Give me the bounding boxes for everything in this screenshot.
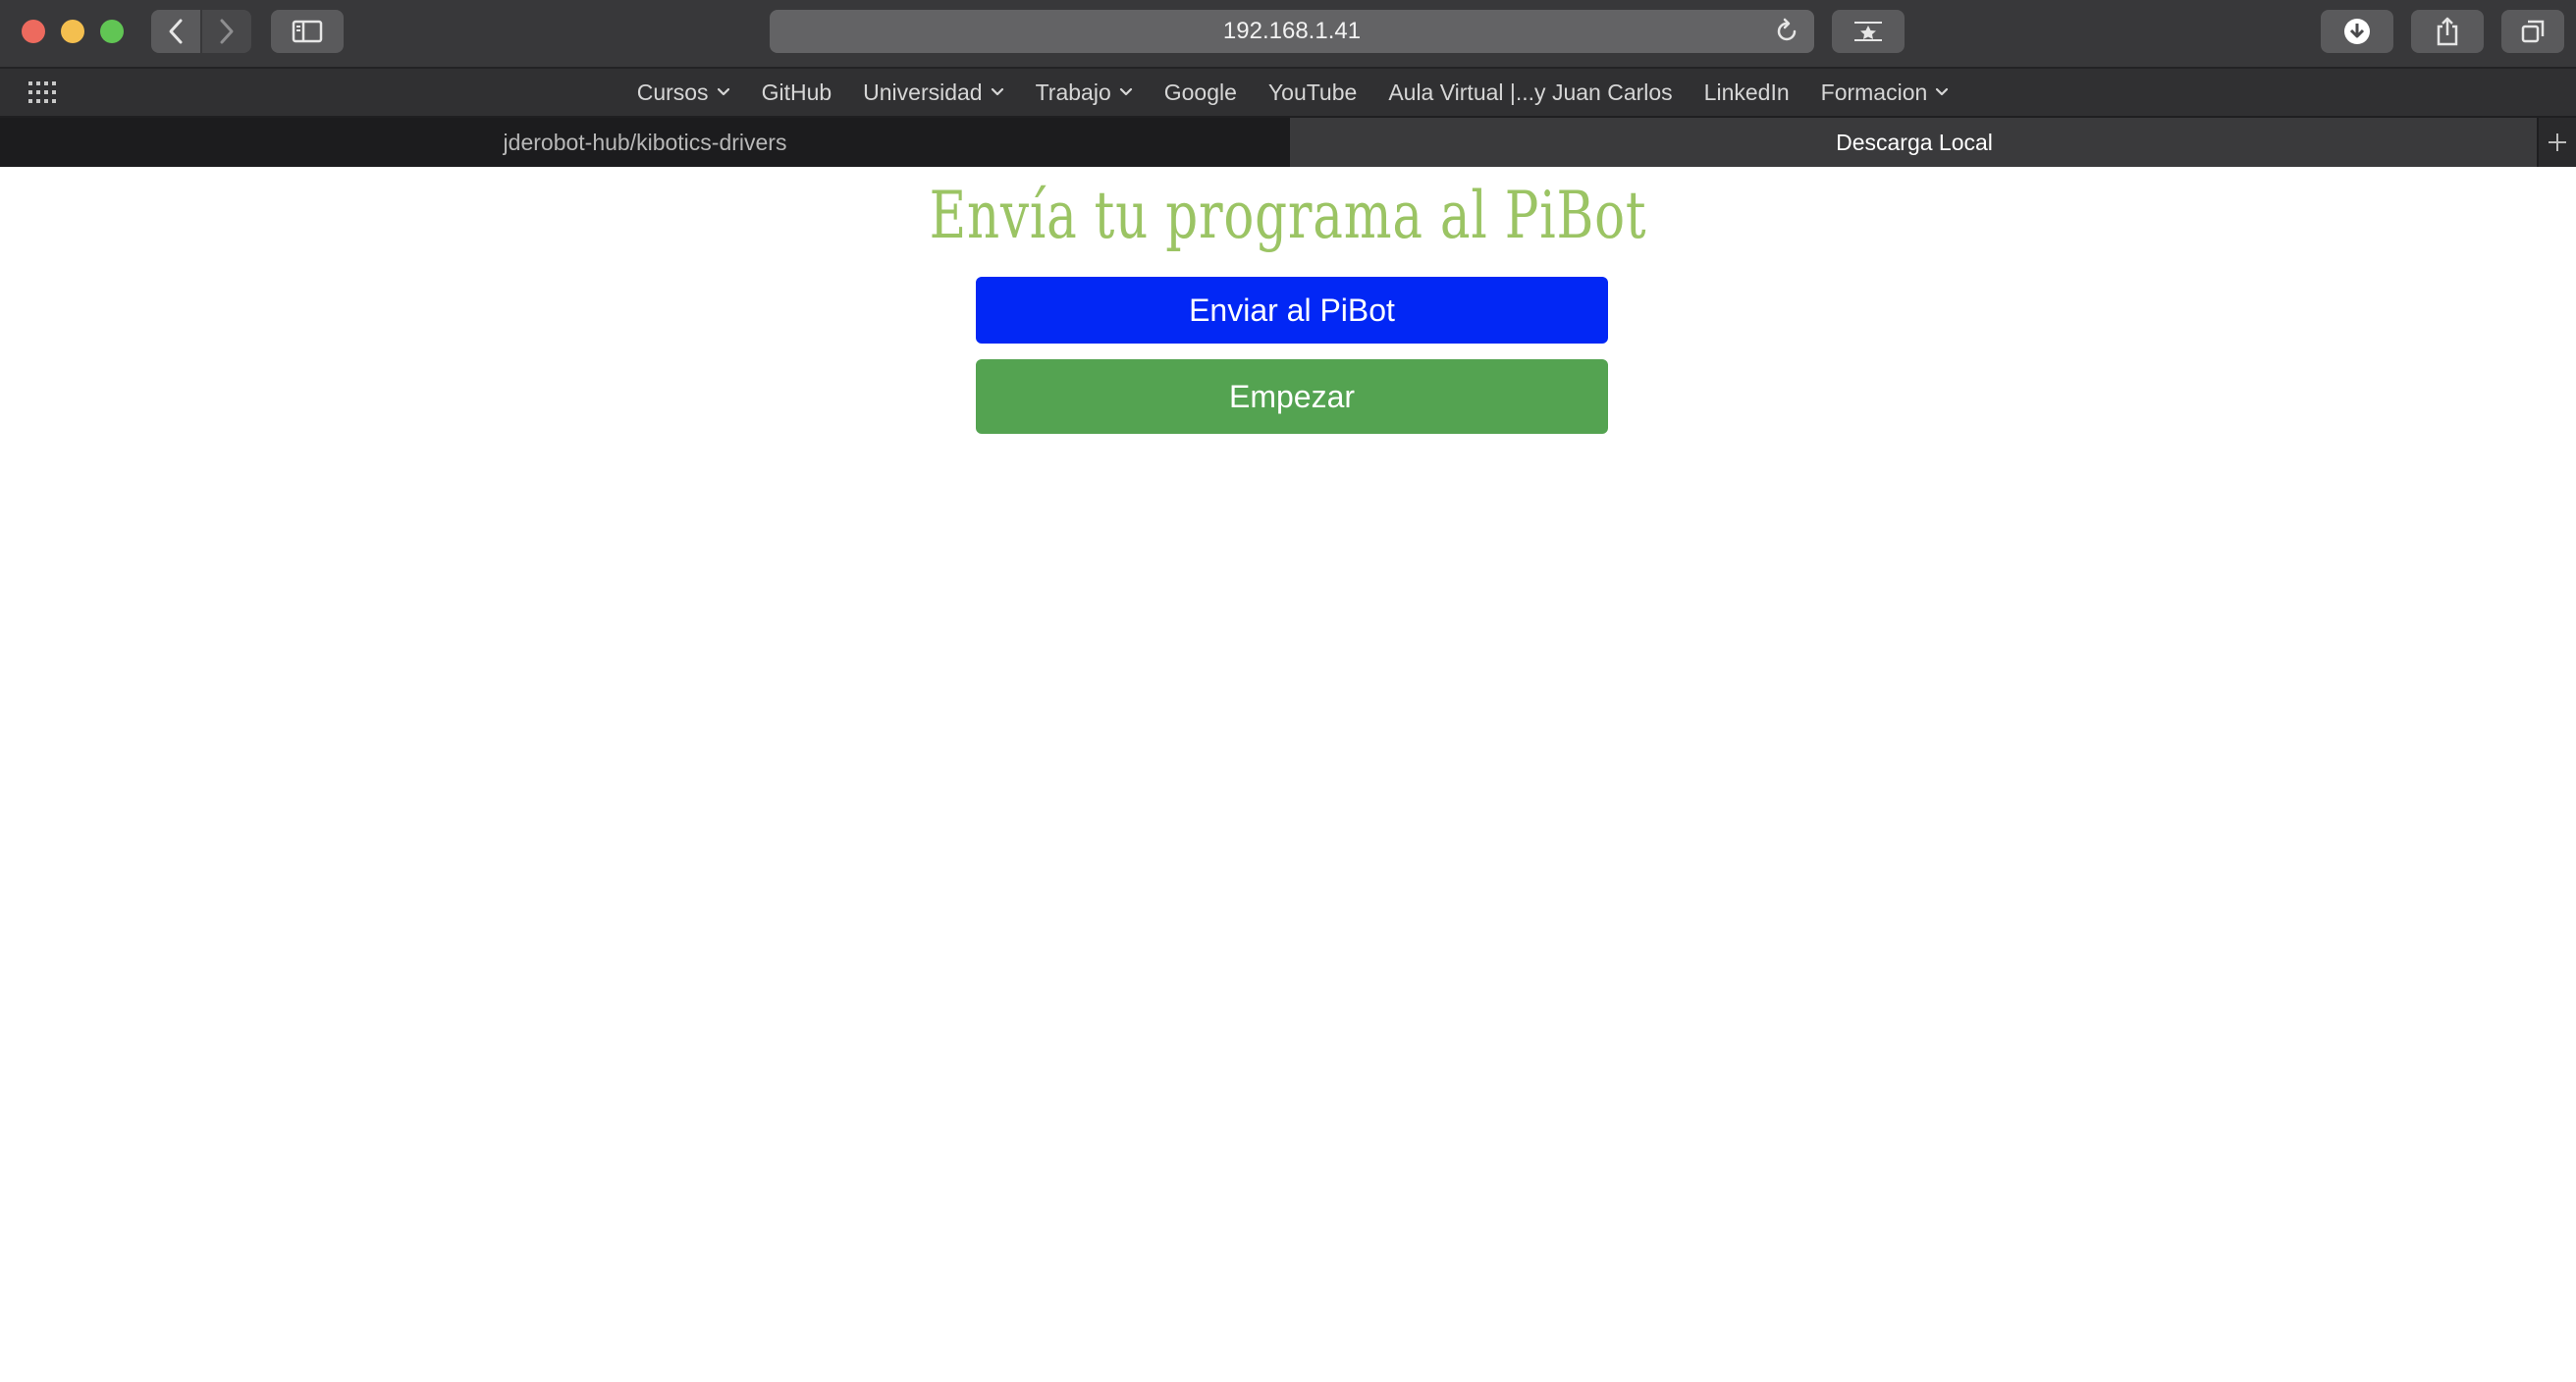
favorite-item[interactable]: Formacion [1821, 80, 1950, 106]
favorite-label: YouTube [1267, 79, 1358, 105]
forward-button[interactable] [202, 10, 251, 53]
favorites-list: Cursos GitHub Universidad Trabajo Google YouT… [0, 69, 2576, 116]
tabs-overview-icon [2521, 20, 2545, 43]
tab-descarga-local[interactable]: Descarga Local [1292, 118, 2537, 167]
chevron-down-icon [1119, 87, 1132, 96]
favorite-label: Cursos [636, 79, 709, 105]
browser-chrome: 192.168.1.41 Cursos GitHub Universidad T… [0, 0, 2576, 167]
page-title: Envía tu programa al PiBot [929, 178, 1647, 253]
browser-toolbar: 192.168.1.41 [0, 0, 2576, 69]
chevron-left-icon [169, 19, 183, 44]
favorite-item[interactable]: Trabajo [1036, 80, 1133, 106]
favorite-item[interactable]: Google [1164, 80, 1237, 106]
start-button[interactable]: Empezar [976, 359, 1608, 434]
favorite-item[interactable]: Cursos [637, 80, 730, 106]
minimize-window-button[interactable] [61, 20, 84, 43]
sidebar-icon [292, 20, 323, 43]
chevron-right-icon [220, 19, 234, 44]
share-icon [2437, 17, 2458, 46]
reader-icon [1854, 22, 1882, 41]
favorite-label: Universidad [863, 79, 983, 105]
download-icon [2344, 19, 2370, 44]
favorite-label: Trabajo [1035, 79, 1111, 105]
favorite-item[interactable]: Aula Virtual |...y Juan Carlos [1388, 80, 1672, 106]
downloads-button[interactable] [2321, 10, 2393, 53]
favorite-label: LinkedIn [1703, 79, 1790, 105]
reload-icon[interactable] [1773, 18, 1800, 45]
sidebar-toggle-button[interactable] [271, 10, 344, 53]
chevron-down-icon [991, 87, 1003, 96]
favorite-item[interactable]: Universidad [863, 80, 1003, 106]
chevron-down-icon [1936, 87, 1949, 96]
address-bar[interactable]: 192.168.1.41 [770, 10, 1814, 53]
favorite-label: Aula Virtual |...y Juan Carlos [1388, 79, 1673, 105]
favorite-label: Formacion [1820, 79, 1928, 105]
new-tab-button[interactable] [2539, 118, 2576, 167]
zoom-window-button[interactable] [100, 20, 124, 43]
reader-button[interactable] [1832, 10, 1905, 53]
page-content: Envía tu programa al PiBot Enviar al PiB… [0, 167, 2576, 1382]
share-button[interactable] [2411, 10, 2484, 53]
favorite-item[interactable]: LinkedIn [1704, 80, 1790, 106]
chevron-down-icon [717, 87, 729, 96]
send-to-pibot-button[interactable]: Enviar al PiBot [976, 277, 1608, 344]
tab-bar: jderobot-hub/kibotics-drivers Descarga L… [0, 118, 2576, 167]
favorite-item[interactable]: YouTube [1268, 80, 1357, 106]
favorites-bar: Cursos GitHub Universidad Trabajo Google YouT… [0, 69, 2576, 118]
close-window-button[interactable] [22, 20, 45, 43]
favorite-label: GitHub [761, 79, 832, 105]
favorite-label: Google [1163, 79, 1237, 105]
plus-icon [2549, 133, 2566, 151]
address-text[interactable]: 192.168.1.41 [770, 10, 1814, 53]
back-button[interactable] [151, 10, 200, 53]
favorite-item[interactable]: GitHub [762, 80, 832, 106]
tab-kibotics-drivers[interactable]: jderobot-hub/kibotics-drivers [0, 118, 1292, 167]
tabs-overview-button[interactable] [2501, 10, 2564, 53]
